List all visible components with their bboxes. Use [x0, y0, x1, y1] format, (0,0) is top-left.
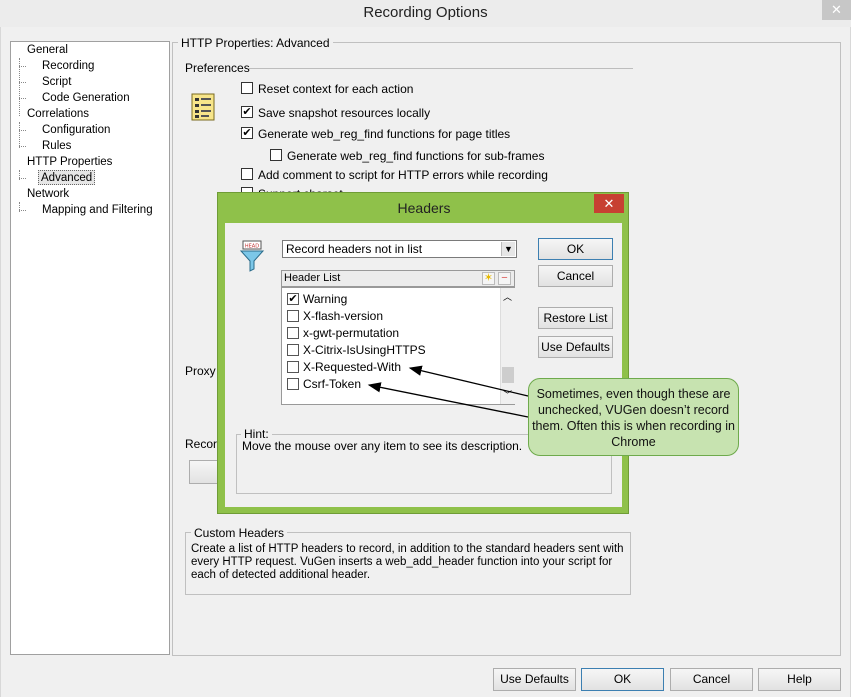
- annotation-callout: Sometimes, even though these are uncheck…: [528, 378, 739, 456]
- callout-arrows: [367, 365, 529, 418]
